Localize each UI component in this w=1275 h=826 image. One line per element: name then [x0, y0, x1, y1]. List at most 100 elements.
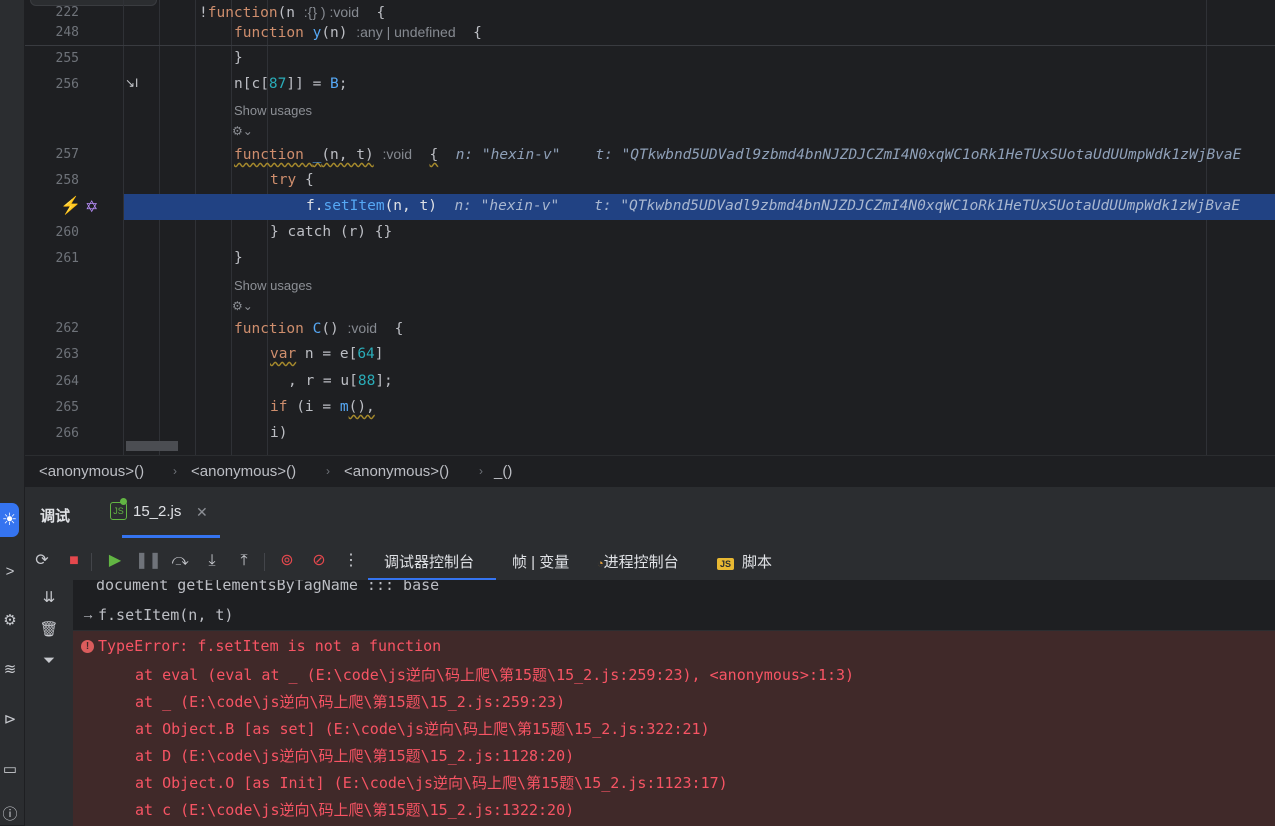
- line-number: 255: [55, 51, 79, 66]
- breadcrumb-item[interactable]: <anonymous>(): [344, 463, 449, 480]
- breadcrumb-item[interactable]: <anonymous>(): [191, 463, 296, 480]
- code-line[interactable]: 261 }: [25, 246, 1275, 272]
- breadcrumb-item[interactable]: _(): [494, 463, 512, 480]
- code-line[interactable]: 258 try {: [25, 168, 1275, 194]
- line-number: 260: [55, 225, 79, 240]
- code-token: (n: [277, 5, 304, 21]
- problems-icon[interactable]: ⓘ: [0, 805, 20, 825]
- debug-toolbar: ⟳ ■ ▶ ❚❚ ⤼ ⤓ ⤒ ⊚ ⊘ ⋮ 调试器控制台 帧 | 变量 ◔进程控制…: [25, 544, 1275, 581]
- keyword: function: [234, 147, 304, 163]
- code-token: ];: [375, 373, 393, 389]
- horizontal-scrollbar[interactable]: [126, 441, 178, 451]
- running-indicator: [120, 498, 127, 505]
- show-usages-link[interactable]: Show usages: [234, 278, 312, 293]
- code-line[interactable]: 262 function C() :void {: [25, 316, 1275, 342]
- inline-value: t: "QTkwbnd5UDVadl9zbmd4bnNJZDJCZmI4N0xq…: [594, 198, 1241, 214]
- code-token: ;: [338, 76, 348, 92]
- breadcrumb-item[interactable]: <anonymous>(): [39, 463, 144, 480]
- code-token: (n): [321, 25, 348, 41]
- code-line[interactable]: 248 function y(n) :any | undefined {: [25, 20, 1275, 46]
- code-line[interactable]: 263 var n = e[64]: [25, 342, 1275, 368]
- debug-tool-icon[interactable]: ☀: [0, 503, 19, 537]
- tab-frames-variables[interactable]: 帧 | 变量: [512, 551, 569, 572]
- code-line[interactable]: 265 if (i = m(),: [25, 395, 1275, 421]
- debug-session-tab[interactable]: JS 15_2.js ✕: [107, 497, 215, 537]
- code-editor[interactable]: 222 !function(n :{} ) :void { 248 functi…: [25, 0, 1275, 455]
- line-number: 266: [55, 426, 79, 441]
- activity-bar: ☀ > ⚙ ≋ ⊳ ▭ ⓘ: [0, 0, 25, 825]
- line-number: 263: [55, 347, 79, 362]
- code-token: (),: [348, 399, 375, 415]
- code-token: {: [429, 147, 439, 163]
- keyword: function: [207, 5, 278, 21]
- tab-label: 脚本: [742, 554, 773, 571]
- step-out-icon[interactable]: ⤒: [232, 549, 256, 573]
- code-line[interactable]: 255 }: [25, 46, 1275, 72]
- number-literal: 64: [357, 346, 375, 362]
- chevron-right-icon: ›: [326, 464, 330, 478]
- code-token: , r = u[: [288, 373, 358, 389]
- stack-frame[interactable]: at eval (eval at _ (E:\code\js逆向\码上爬\第15…: [135, 664, 854, 685]
- keyword: try: [270, 172, 297, 188]
- services-icon[interactable]: ⚙: [0, 611, 20, 631]
- code-token: (): [321, 321, 339, 337]
- type-hint: :void: [347, 320, 378, 336]
- ai-actions-icon[interactable]: ⚙⌄: [232, 124, 253, 138]
- view-breakpoints-icon[interactable]: ⊚: [275, 549, 299, 573]
- type-hint: :any | undefined: [356, 24, 456, 40]
- stack-frame[interactable]: at Object.B [as set] (E:\code\js逆向\码上爬\第…: [135, 718, 710, 739]
- inline-value: t: "QTkwbnd5UDVadl9zbmd4bnNJZDJCZmI4N0xq…: [595, 147, 1242, 163]
- code-token: (n, t): [384, 198, 437, 214]
- rerun-icon[interactable]: ⟳: [30, 549, 54, 573]
- debug-tool-window: 调试 JS 15_2.js ✕ ⟳ ■ ▶ ❚❚ ⤼ ⤓ ⤒ ⊚ ⊘ ⋮ 调试器…: [25, 486, 1275, 826]
- error-icon: !: [81, 640, 94, 653]
- stack-frame[interactable]: at _ (E:\code\js逆向\码上爬\第15题\15_2.js:259:…: [135, 691, 565, 712]
- tab-process-console[interactable]: ◔进程控制台: [597, 551, 679, 572]
- terminal-icon[interactable]: ▭: [0, 760, 20, 780]
- inline-value: n: "hexin-v": [454, 198, 560, 214]
- code-line[interactable]: 260 } catch (r) {}: [25, 220, 1275, 246]
- console-icon: ◔: [597, 558, 604, 570]
- code-line[interactable]: 264 , r = u[88];: [25, 369, 1275, 395]
- step-into-cursor-icon: ↘I: [125, 76, 139, 90]
- step-over-icon[interactable]: ⤼: [168, 549, 192, 573]
- scroll-to-end-icon[interactable]: ⇊: [39, 588, 59, 608]
- chevron-right-icon: ›: [173, 464, 177, 478]
- code-token: {: [473, 25, 482, 41]
- console-side-toolbar: ⇊ 🗑 ⏷: [25, 580, 73, 826]
- pause-icon[interactable]: ❚❚: [135, 549, 162, 573]
- more-icon[interactable]: ⋮: [339, 549, 363, 573]
- trash-icon[interactable]: 🗑: [39, 620, 59, 640]
- code-line[interactable]: 257 function _(n, t) :void { n: "hexin-v…: [25, 142, 1275, 168]
- step-into-icon[interactable]: ⤓: [200, 549, 224, 573]
- code-token: n = e[: [296, 346, 358, 362]
- layers-icon[interactable]: ≋: [0, 660, 20, 680]
- debugger-console[interactable]: document getElementsByTagName ::: base →…: [73, 580, 1275, 826]
- toolbar-separator: [91, 553, 92, 571]
- terminal-run-icon[interactable]: ⊳: [0, 710, 20, 730]
- mute-breakpoints-icon[interactable]: ⊘: [307, 549, 331, 573]
- code-line[interactable]: 266 i): [25, 421, 1275, 447]
- console-input-entry[interactable]: → f.setItem(n, t): [73, 600, 1275, 631]
- code-line-current[interactable]: f.setItem(n, t) n: "hexin-v" t: "QTkwbnd…: [25, 194, 1275, 220]
- show-usages-link[interactable]: Show usages: [234, 103, 312, 118]
- stack-frame[interactable]: at D (E:\code\js逆向\码上爬\第15题\15_2.js:1128…: [135, 745, 574, 766]
- run-icon[interactable]: >: [0, 562, 20, 582]
- close-icon[interactable]: ✕: [196, 504, 208, 521]
- keyword: function: [234, 25, 304, 41]
- line-number: 222: [55, 5, 79, 20]
- ai-actions-icon[interactable]: ⚙⌄: [232, 299, 253, 313]
- tab-scripts[interactable]: JS 脚本: [717, 551, 772, 572]
- resume-icon[interactable]: ▶: [103, 549, 127, 573]
- line-number: 248: [55, 25, 79, 40]
- stop-icon[interactable]: ■: [62, 549, 86, 573]
- code-line[interactable]: 256 n[c[87]] = B;: [25, 72, 1275, 98]
- code-token: (n, t): [321, 147, 374, 163]
- filter-icon[interactable]: ⏷: [39, 652, 59, 672]
- stack-frame[interactable]: at Object.O [as Init] (E:\code\js逆向\码上爬\…: [135, 772, 728, 793]
- function-call: m: [339, 399, 349, 415]
- tab-debugger-console[interactable]: 调试器控制台: [384, 551, 474, 572]
- type-hint: :void: [382, 146, 413, 162]
- stack-frame[interactable]: at c (E:\code\js逆向\码上爬\第15题\15_2.js:1322…: [135, 799, 574, 820]
- code-token: n[c[: [234, 76, 269, 92]
